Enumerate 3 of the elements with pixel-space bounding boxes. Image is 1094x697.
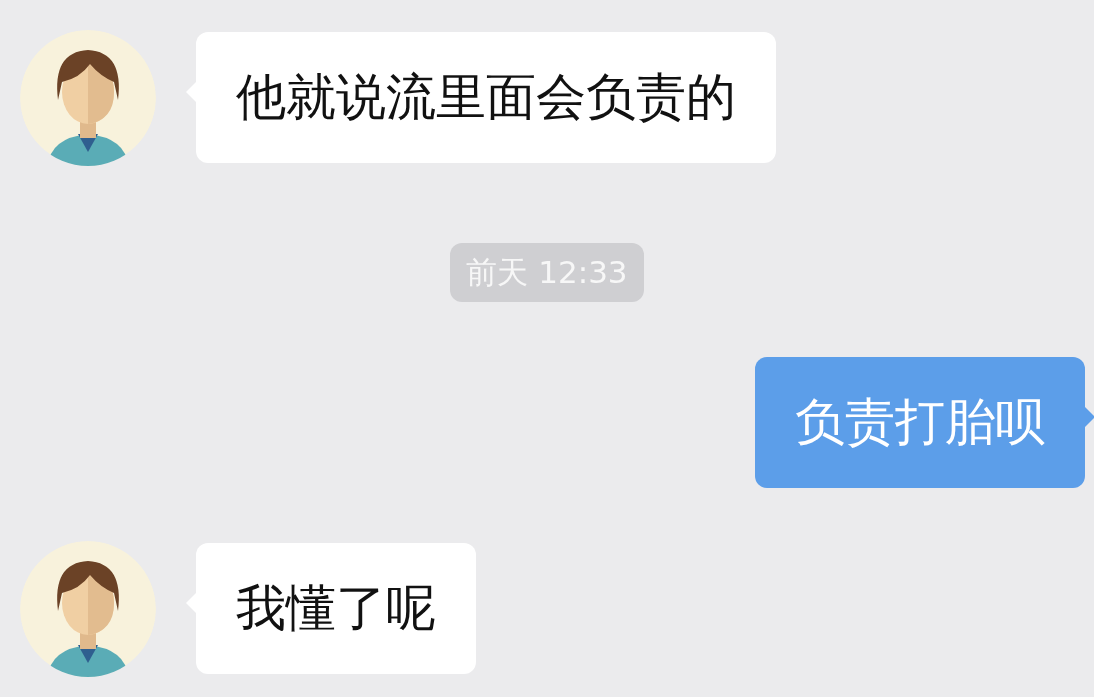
avatar-icon <box>20 30 156 166</box>
bubble-tail-icon <box>1083 405 1094 429</box>
avatar-icon <box>20 541 156 677</box>
